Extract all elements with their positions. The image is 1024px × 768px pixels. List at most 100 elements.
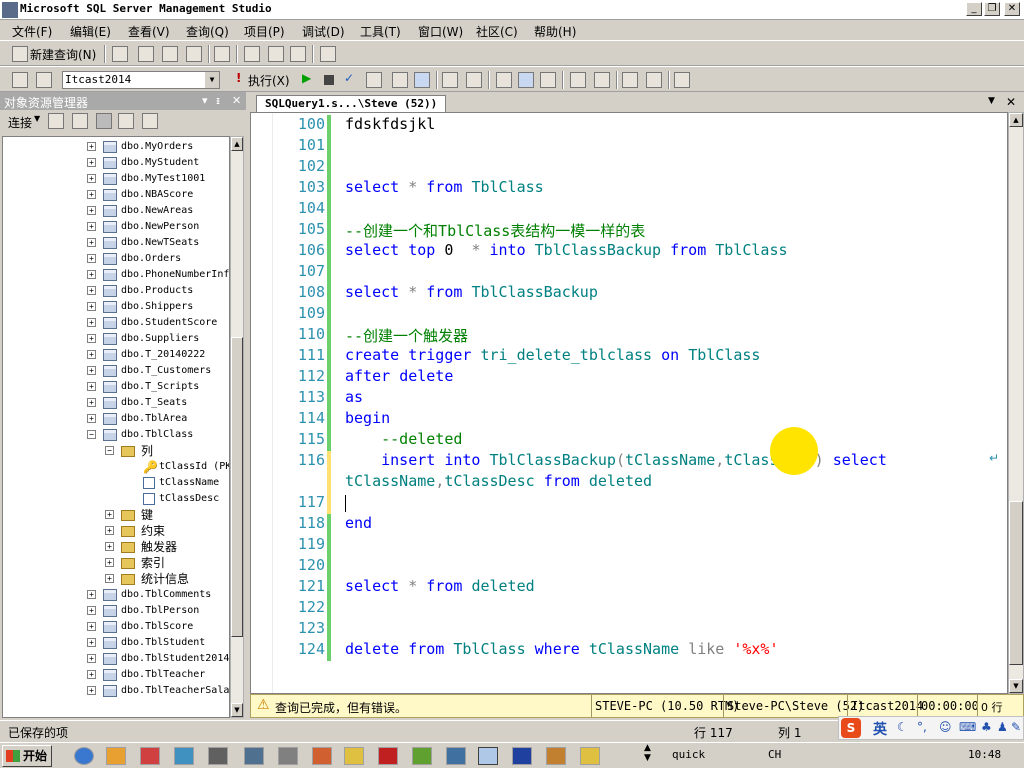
tree-table-item[interactable]: + dbo.NewPerson	[3, 219, 229, 235]
open-folder-icon[interactable]	[244, 46, 260, 62]
tree-table-item[interactable]: + dbo.NewAreas	[3, 203, 229, 219]
query-editor[interactable]: 100 fdskfdsjkl 101 102 103 select * from TblC…	[250, 112, 1008, 694]
folder-icon[interactable]	[344, 747, 364, 765]
tree-vertical-scrollbar[interactable]: ▲ ▼	[230, 136, 244, 718]
code-line[interactable]: --创建一个和TblClass表结构一模一样的表	[345, 220, 645, 241]
minimize-button[interactable]: _	[966, 2, 982, 16]
tree-table-item[interactable]: + dbo.TblStudent	[3, 635, 229, 651]
menu-help[interactable]: 帮助(H)	[534, 23, 576, 40]
close-panel-icon[interactable]: ✕	[232, 94, 241, 107]
code-line[interactable]: tClassName,tClassDesc from deleted	[345, 472, 652, 490]
tree-table-item[interactable]: + dbo.TblArea	[3, 411, 229, 427]
cancel-stop-icon[interactable]	[324, 75, 334, 85]
decrease-indent-icon[interactable]	[622, 72, 638, 88]
new-query-icon[interactable]	[12, 46, 28, 62]
expand-icon[interactable]: +	[87, 158, 96, 167]
tree-subfolder[interactable]: + 键	[3, 507, 229, 523]
menu-file[interactable]: 文件(F)	[12, 23, 52, 40]
expand-icon[interactable]: +	[87, 686, 96, 695]
expand-icon[interactable]: +	[87, 174, 96, 183]
increase-indent-icon[interactable]	[646, 72, 662, 88]
tree-table-item[interactable]: + dbo.TblStudent2014	[3, 651, 229, 667]
punctuation-icon[interactable]: °,	[917, 720, 927, 734]
tree-subfolder[interactable]: + 索引	[3, 555, 229, 571]
tree-table-item[interactable]: + dbo.T_Scripts	[3, 379, 229, 395]
app-icon[interactable]	[378, 747, 398, 765]
add-item-icon[interactable]	[214, 46, 230, 62]
app-icon[interactable]	[140, 747, 160, 765]
code-line[interactable]: fdskfdsjkl	[345, 115, 435, 133]
tree-subfolder[interactable]: + 统计信息	[3, 571, 229, 587]
tree-table-item[interactable]: + dbo.PhoneNumberInf	[3, 267, 229, 283]
taskbar-scroll-icon[interactable]: ▲ ▼	[644, 743, 651, 763]
keyboard-icon[interactable]: ⌨	[959, 720, 976, 734]
app-icon[interactable]	[546, 747, 566, 765]
app-icon[interactable]	[412, 747, 432, 765]
close-button[interactable]: ✕	[1004, 2, 1020, 16]
connect-dropdown[interactable]: 连接	[8, 114, 32, 131]
tree-column-item[interactable]: tClassName	[3, 475, 229, 491]
app-icon[interactable]	[106, 747, 126, 765]
comment-icon[interactable]	[570, 72, 586, 88]
code-line[interactable]: select * from TblClass	[345, 178, 544, 196]
scroll-thumb[interactable]	[1009, 501, 1023, 665]
tree-table-item[interactable]: + dbo.NewTSeats	[3, 235, 229, 251]
display-plan-icon[interactable]	[366, 72, 382, 88]
restore-button[interactable]: ❐	[984, 2, 1000, 16]
folder-icon[interactable]	[580, 747, 600, 765]
tree-table-item[interactable]: + dbo.Products	[3, 283, 229, 299]
tree-column-item[interactable]: 🔑 tClassId (PK	[3, 459, 229, 475]
ime-toolbar[interactable]: S 英 ☾ °, ☺ ⌨ ♣ ♟ ✎	[838, 716, 1024, 740]
quick-launch-label[interactable]: quick	[672, 748, 705, 761]
uncomment-icon[interactable]	[594, 72, 610, 88]
expand-icon[interactable]: +	[105, 510, 114, 519]
results-text-icon[interactable]	[442, 72, 458, 88]
save-icon[interactable]	[268, 46, 284, 62]
collapse-icon[interactable]: −	[105, 446, 114, 455]
expand-icon[interactable]: +	[87, 590, 96, 599]
tree-table-item[interactable]: − dbo.TblClass	[3, 427, 229, 443]
pin-dropdown-icon[interactable]: ▾	[202, 94, 208, 107]
expand-icon[interactable]: +	[105, 574, 114, 583]
parse-check-icon[interactable]: ✓	[344, 71, 354, 85]
code-line[interactable]: after delete	[345, 367, 453, 385]
ie-icon[interactable]	[74, 747, 94, 765]
change-connection-icon[interactable]	[36, 72, 52, 88]
menu-tools[interactable]: 工具(T)	[360, 23, 401, 40]
language-indicator[interactable]: CH	[768, 748, 781, 761]
new-file-icon[interactable]	[112, 46, 128, 62]
expand-icon[interactable]: +	[87, 398, 96, 407]
autohide-pin-icon[interactable]: ᵻ	[216, 94, 220, 107]
menu-project[interactable]: 项目(P)	[244, 23, 285, 40]
expand-icon[interactable]: +	[87, 350, 96, 359]
tree-table-item[interactable]: + dbo.T_Seats	[3, 395, 229, 411]
expand-icon[interactable]: +	[87, 606, 96, 615]
expand-icon[interactable]: +	[87, 670, 96, 679]
expand-icon[interactable]: +	[87, 222, 96, 231]
expand-icon[interactable]: +	[87, 142, 96, 151]
expand-icon[interactable]: +	[105, 526, 114, 535]
code-line[interactable]: --创建一个触发器	[345, 325, 468, 346]
tree-table-item[interactable]: + dbo.TblComments	[3, 587, 229, 603]
debug-play-icon[interactable]: ▶	[302, 71, 311, 85]
close-tab-icon[interactable]: ✕	[1006, 95, 1016, 109]
app-icon[interactable]	[208, 747, 228, 765]
results-file-icon[interactable]	[466, 72, 482, 88]
code-line[interactable]: create trigger tri_delete_tblclass on Tb…	[345, 346, 760, 364]
tree-folder-columns[interactable]: − 列	[3, 443, 229, 459]
expand-icon[interactable]: +	[105, 542, 114, 551]
tree-table-item[interactable]: + dbo.Suppliers	[3, 331, 229, 347]
tree-table-item[interactable]: + dbo.MyStudent	[3, 155, 229, 171]
tree-table-item[interactable]: + dbo.NBAScore	[3, 187, 229, 203]
results-grid-icon[interactable]	[414, 72, 430, 88]
expand-icon[interactable]: +	[87, 318, 96, 327]
db-engine-query-icon[interactable]	[138, 46, 154, 62]
smile-icon[interactable]: ☺	[939, 720, 952, 734]
expand-icon[interactable]: +	[87, 654, 96, 663]
tree-table-item[interactable]: + dbo.T_20140222	[3, 347, 229, 363]
filter-icon[interactable]	[118, 113, 134, 129]
tree-table-item[interactable]: + dbo.MyTest1001	[3, 171, 229, 187]
scroll-down-icon[interactable]: ▼	[1009, 679, 1023, 693]
tab-sqlquery1[interactable]: SQLQuery1.s...\Steve (52))	[256, 95, 447, 112]
expand-icon[interactable]: +	[87, 270, 96, 279]
